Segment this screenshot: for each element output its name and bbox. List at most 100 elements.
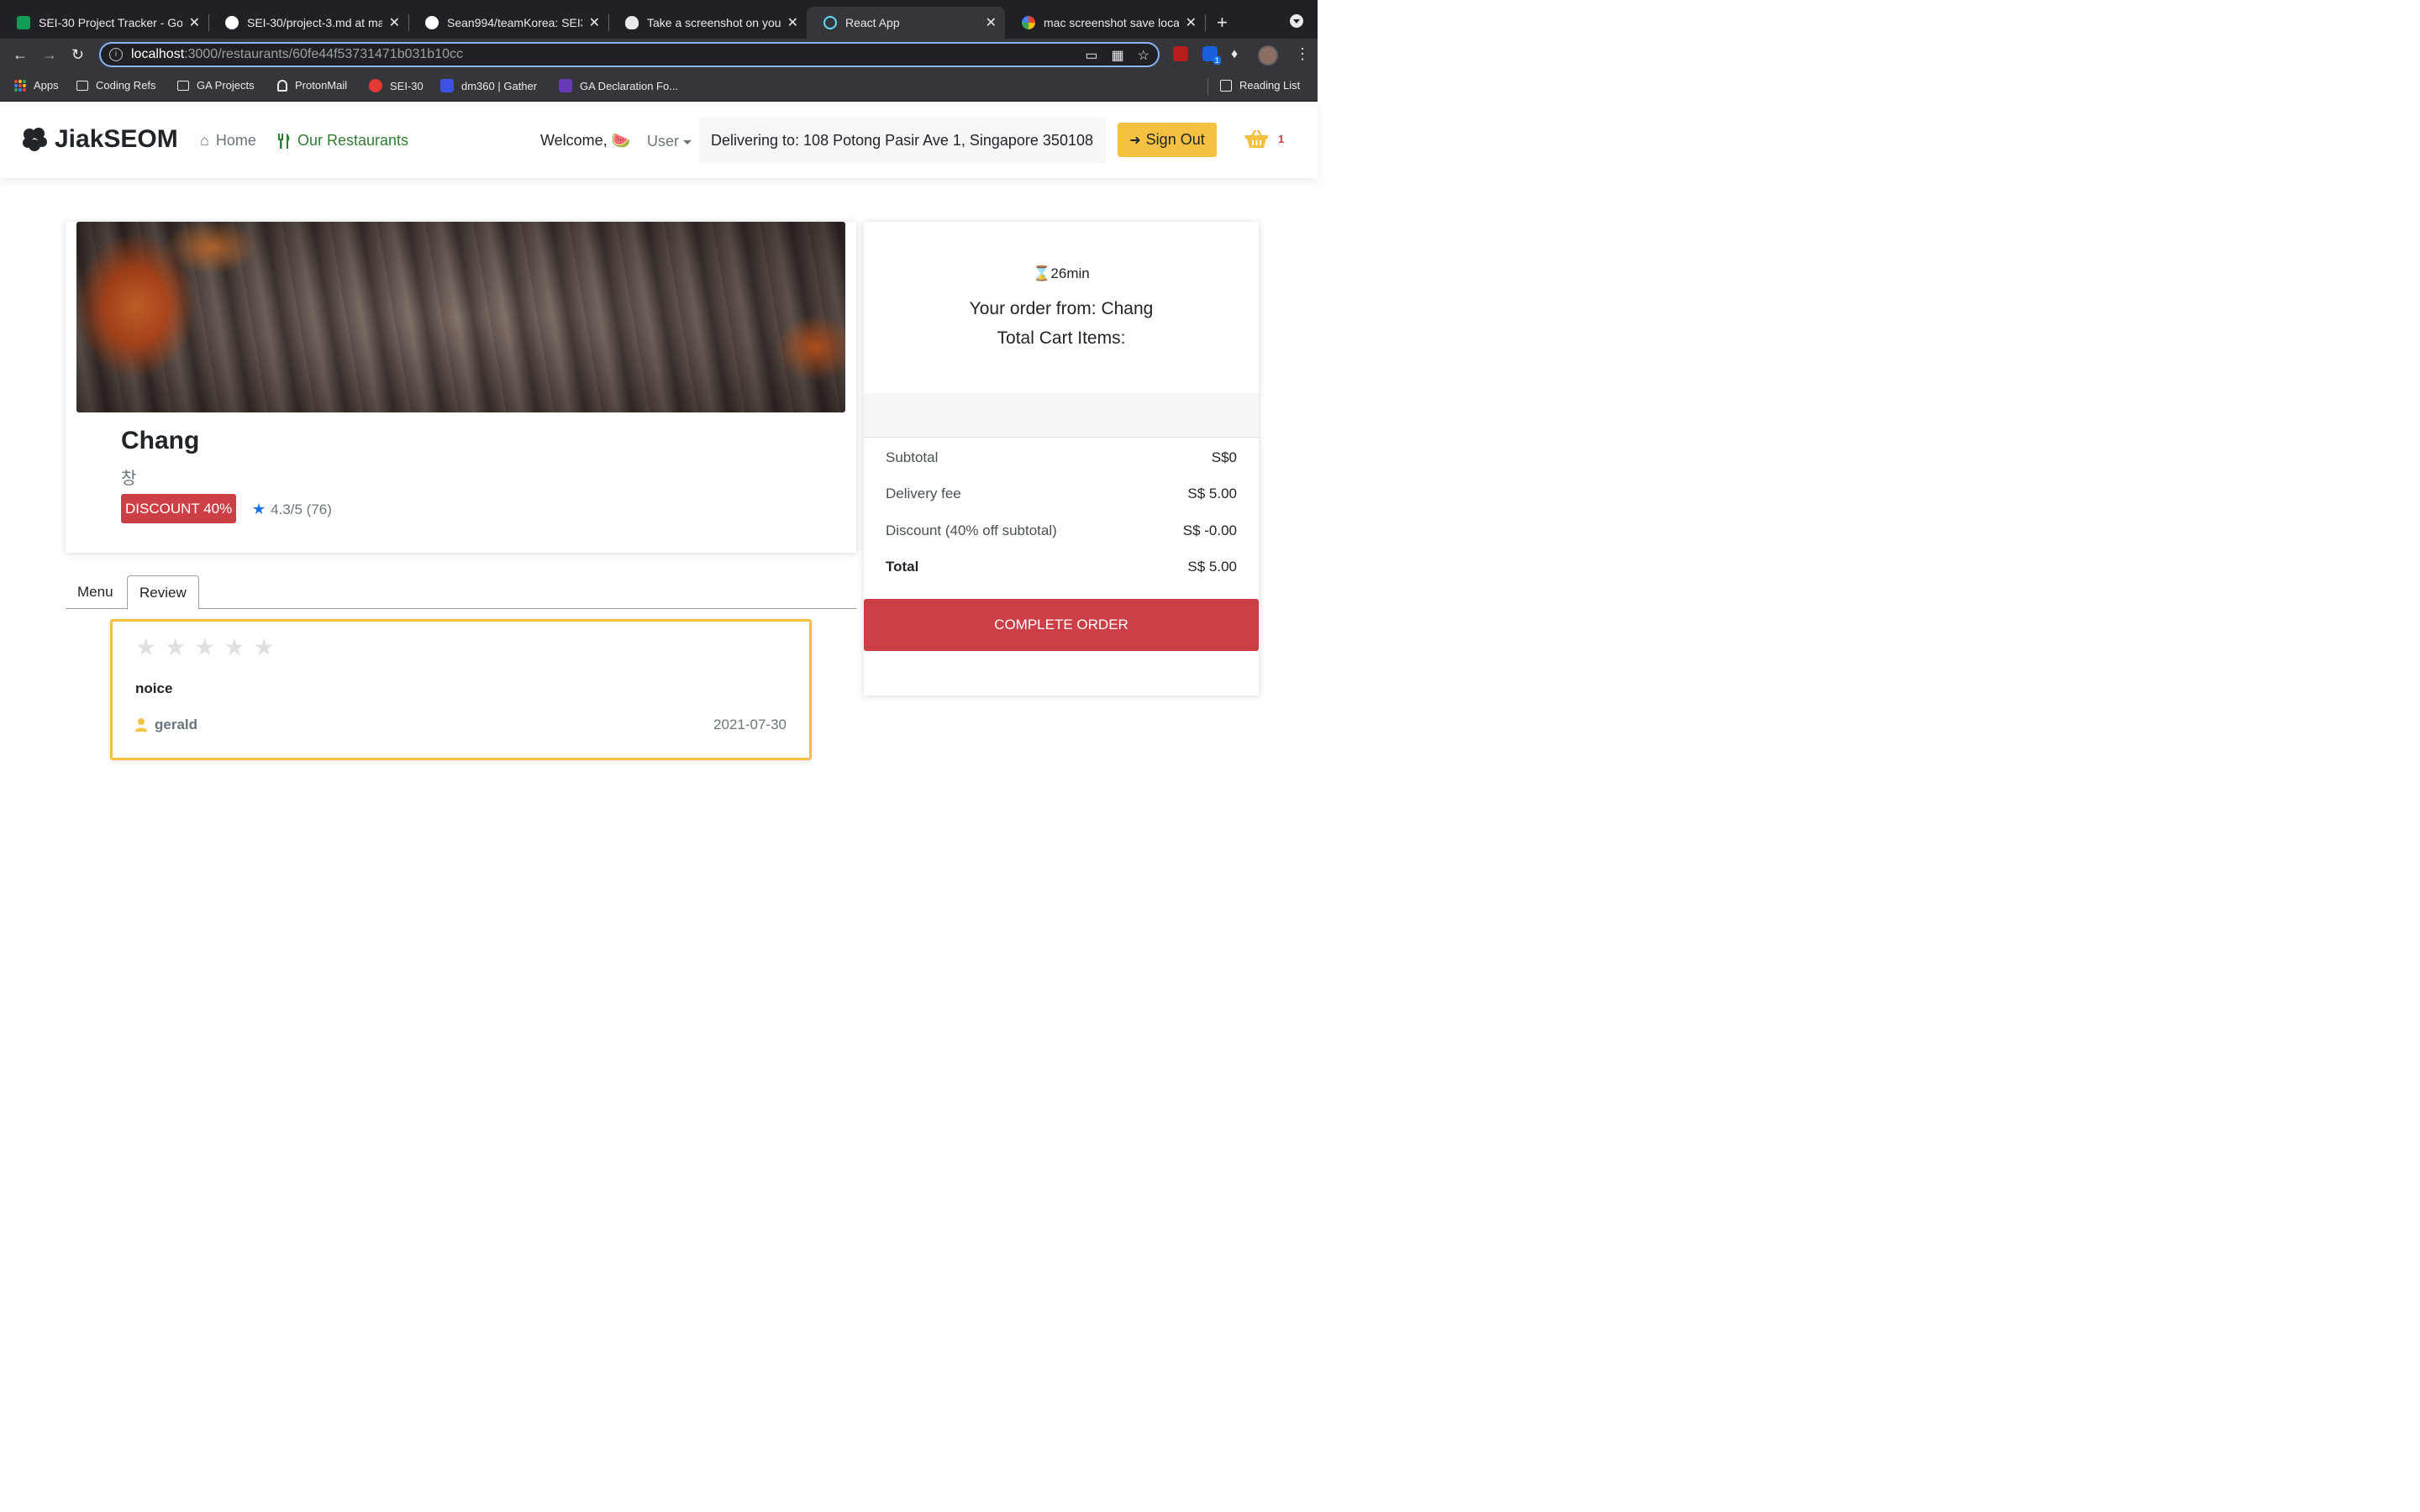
close-icon[interactable]: ✕	[986, 14, 997, 31]
close-icon[interactable]: ✕	[589, 14, 600, 31]
folder-icon	[76, 80, 88, 91]
site-info-icon[interactable]: i	[109, 48, 123, 61]
reload-icon[interactable]: ↻	[71, 46, 84, 63]
bookmark-coding-refs[interactable]: Coding Refs	[76, 79, 156, 92]
tab-review[interactable]: Review	[127, 575, 199, 610]
form-icon	[559, 79, 572, 92]
restaurant-rating: ★ 4.3/5 (76)	[252, 501, 332, 517]
total-row: Total S$ 5.00	[886, 559, 1237, 575]
shopping-basket-icon	[1245, 129, 1268, 148]
star-empty-icon: ★	[253, 634, 275, 660]
review-card: ★ ★ ★ ★ ★ noice gerald 2021-07-30	[110, 619, 812, 760]
delivery-eta: ⌛26min	[1033, 265, 1090, 281]
user-dropdown[interactable]: User	[647, 133, 692, 150]
review-author: gerald	[135, 717, 197, 733]
star-empty-icon: ★	[224, 634, 245, 660]
order-summary-panel: ⌛26min Your order from: Chang Total Cart…	[864, 222, 1259, 696]
reading-list-icon	[1220, 79, 1232, 92]
sign-out-button[interactable]: ➜ Sign Out	[1118, 123, 1217, 157]
browser-tab-active[interactable]: React App ✕	[807, 7, 1005, 39]
new-tab-button[interactable]: +	[1217, 12, 1228, 34]
apps-icon	[14, 79, 26, 92]
close-icon[interactable]: ✕	[389, 14, 400, 31]
restaurant-name: Chang	[121, 427, 200, 454]
bookmark-ga-declaration[interactable]: GA Declaration Fo...	[559, 79, 678, 92]
extensions-puzzle-icon[interactable]: ♦	[1231, 46, 1238, 63]
google-icon	[1022, 16, 1035, 29]
browser-tab-strip: SEI-30 Project Tracker - Go ✕ SEI-30/pro…	[0, 0, 1318, 39]
forward-icon[interactable]: →	[42, 46, 57, 63]
close-icon[interactable]: ✕	[787, 14, 798, 31]
cast-icon[interactable]: ▭	[1085, 47, 1097, 64]
star-empty-icon: ★	[165, 634, 187, 660]
delivery-address[interactable]: Delivering to: 108 Potong Pasir Ave 1, S…	[699, 118, 1106, 163]
user-icon	[135, 718, 147, 732]
welcome-text: Welcome, 🍉	[540, 132, 631, 149]
qr-code-icon[interactable]: ▦	[1112, 47, 1124, 64]
close-icon[interactable]: ✕	[1186, 14, 1197, 31]
tab-menu[interactable]: Menu	[66, 575, 125, 609]
caret-down-icon	[683, 139, 692, 144]
ga-icon	[369, 79, 382, 92]
tab-search-icon[interactable]	[1290, 14, 1303, 28]
discount-row: Discount (40% off subtotal) S$ -0.00	[886, 522, 1237, 538]
bookmarks-bar: Apps Coding Refs GA Projects ProtonMail …	[0, 71, 1318, 102]
gather-icon	[440, 79, 454, 92]
browser-tab-1[interactable]: SEI-30 Project Tracker - Go ✕	[0, 7, 208, 39]
home-icon: ⌂	[200, 132, 209, 149]
close-icon[interactable]: ✕	[189, 14, 200, 31]
utensils-icon	[278, 133, 290, 149]
sheets-icon	[17, 16, 30, 29]
complete-order-button[interactable]: COMPLETE ORDER	[864, 599, 1259, 651]
bookmark-star-icon[interactable]: ☆	[1138, 47, 1150, 64]
cart-items-area	[864, 393, 1259, 438]
cart-count: 1	[1278, 132, 1285, 145]
cart-button[interactable]: 1	[1245, 129, 1284, 148]
react-icon	[823, 16, 837, 29]
bitwarden-icon[interactable]: 1	[1202, 46, 1221, 65]
discount-badge: DISCOUNT 40%	[121, 494, 237, 523]
bookmark-sei-30[interactable]: SEI-30	[369, 79, 424, 92]
delivery-fee-row: Delivery fee S$ 5.00	[886, 486, 1237, 501]
browser-toolbar: ← → ↻ i localhost:3000/restaurants/60fe4…	[0, 39, 1318, 71]
address-bar[interactable]: i localhost:3000/restaurants/60fe44f5373…	[99, 42, 1160, 67]
star-empty-icon: ★	[194, 634, 216, 660]
app-navbar: JiakSEOM ⌂ Home Our Restaurants Welcome,…	[0, 102, 1318, 178]
browser-tab-2[interactable]: SEI-30/project-3.md at mai ✕	[208, 7, 408, 39]
protonmail-icon	[277, 79, 287, 92]
subtotal-row: Subtotal S$0	[886, 449, 1237, 465]
browser-tab-3[interactable]: Sean994/teamKorea: SEI30 ✕	[408, 7, 608, 39]
review-date: 2021-07-30	[713, 717, 786, 732]
reading-list[interactable]: Reading List	[1220, 79, 1300, 92]
bookmark-protonmail[interactable]: ProtonMail	[277, 79, 347, 92]
bookmark-apps[interactable]: Apps	[14, 79, 59, 92]
nav-home[interactable]: ⌂ Home	[200, 132, 256, 150]
restaurant-hero-image	[76, 222, 845, 412]
profile-avatar[interactable]	[1258, 45, 1278, 66]
bookmark-dm360-gather[interactable]: dm360 | Gather	[440, 79, 537, 92]
apple-icon	[625, 16, 639, 29]
folder-icon	[177, 80, 189, 91]
bookmark-ga-projects[interactable]: GA Projects	[177, 79, 255, 92]
address-url[interactable]: localhost:3000/restaurants/60fe44f537314…	[131, 47, 463, 62]
total-cart-items: Total Cart Items:	[997, 328, 1126, 348]
restaurant-tabs: Menu Review	[66, 575, 856, 610]
cloud-logo-icon	[23, 128, 47, 151]
review-star-rating: ★ ★ ★ ★ ★	[135, 633, 275, 661]
nav-our-restaurants[interactable]: Our Restaurants	[277, 132, 408, 150]
sign-out-icon: ➜	[1129, 133, 1141, 148]
github-icon	[225, 16, 239, 29]
restaurant-card: Chang 창 DISCOUNT 40% ★ 4.3/5 (76)	[66, 222, 856, 553]
order-from: Your order from: Chang	[969, 299, 1154, 318]
back-icon[interactable]: ←	[13, 46, 28, 63]
brand[interactable]: JiakSEOM	[21, 125, 178, 154]
hourglass-icon: ⌛	[1033, 265, 1051, 281]
extension-badge: 1	[1213, 56, 1221, 65]
restaurant-korean-name: 창	[121, 470, 137, 488]
browser-menu-icon[interactable]: ⋮	[1295, 45, 1310, 63]
star-empty-icon: ★	[135, 634, 157, 660]
browser-tab-4[interactable]: Take a screenshot on your M ✕	[608, 7, 807, 39]
star-icon: ★	[252, 501, 266, 517]
browser-tab-6[interactable]: mac screenshot save locati ✕	[1005, 7, 1205, 39]
ublock-icon[interactable]	[1173, 46, 1188, 61]
